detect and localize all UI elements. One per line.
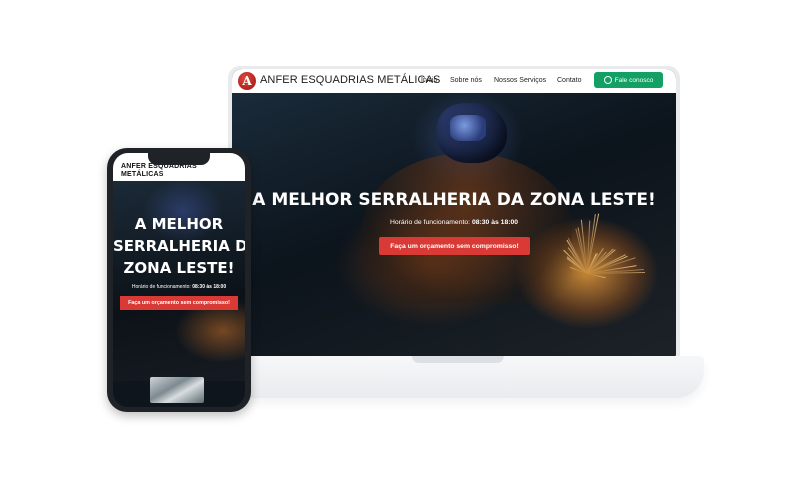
mobile-title-line-3: ZONA LESTE! [123,259,235,277]
mobile-hero-title: A MELHOR SERRALHERIA DA ZONA LESTE! [113,213,245,279]
business-hours: Horário de funcionamento: 08:30 às 18:00 [232,219,676,226]
hero-title: A MELHOR SERRALHERIA DA ZONA LESTE! [252,190,656,210]
brand-name[interactable]: ANFER ESQUADRIAS METÁLICAS [260,74,440,86]
mobile-hours-value: 08:30 às 18:00 [192,284,227,290]
mobile-hero-section: A MELHOR SERRALHERIA DA ZONA LESTE! Horá… [113,181,245,381]
phone-notch [148,153,210,165]
hero-section: A MELHOR SERRALHERIA DA ZONA LESTE! Horá… [232,93,676,358]
hours-value: 08:30 às 18:00 [471,219,519,226]
phone-screen: ANFER ESQUADRIAS METÁLICAS A MELHOR SERR… [113,153,245,407]
whatsapp-icon [603,76,612,84]
contact-button-label: Fale conosco [614,76,654,84]
mobile-business-hours: Horário de funcionamento: 08:30 às 18:00 [113,284,245,290]
welder-image [362,153,572,303]
mobile-quote-button[interactable]: Faça um orçamento sem compromisso! [120,296,238,310]
spark-line [586,271,645,274]
mobile-title-line-2: SERRALHERIA DA [113,237,245,255]
nav-link-contato[interactable]: Contato [557,77,582,84]
mobile-gallery-image[interactable] [150,377,204,403]
mobile-brand-name[interactable]: ANFER ESQUADRIAS METÁLICAS [121,163,231,179]
laptop-notch [412,356,504,363]
mobile-brand-line-2: METÁLICAS [121,171,164,178]
contact-button[interactable]: Fale conosco [594,72,663,88]
quote-button[interactable]: Faça um orçamento sem compromisso! [379,237,530,255]
nav-link-sobre[interactable]: Sobre nós [450,77,482,84]
laptop-screen: A ANFER ESQUADRIAS METÁLICAS Inicio Sobr… [232,69,676,358]
site-navbar: A ANFER ESQUADRIAS METÁLICAS Inicio Sobr… [232,69,676,93]
hours-label: Horário de funcionamento: [389,219,472,226]
nav-link-inicio[interactable]: Inicio [421,77,437,84]
mobile-title-line-1: A MELHOR [134,215,224,233]
logo-icon[interactable]: A [238,72,256,90]
mobile-hours-label: Horário de funcionamento: [131,284,193,290]
nav-link-servicos[interactable]: Nossos Serviços [494,77,546,84]
helmet-visor-image [450,115,486,141]
